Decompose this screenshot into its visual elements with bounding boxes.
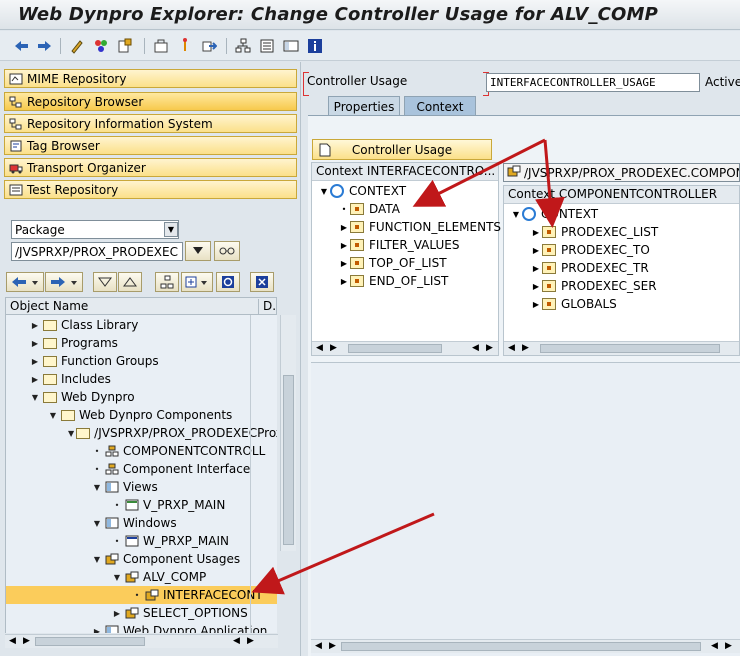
annotation-arrows <box>251 138 565 595</box>
arrow-to-data-node <box>412 138 546 207</box>
arrow-to-interfacecontroller <box>251 512 435 595</box>
arrow-to-context-root <box>535 139 565 228</box>
